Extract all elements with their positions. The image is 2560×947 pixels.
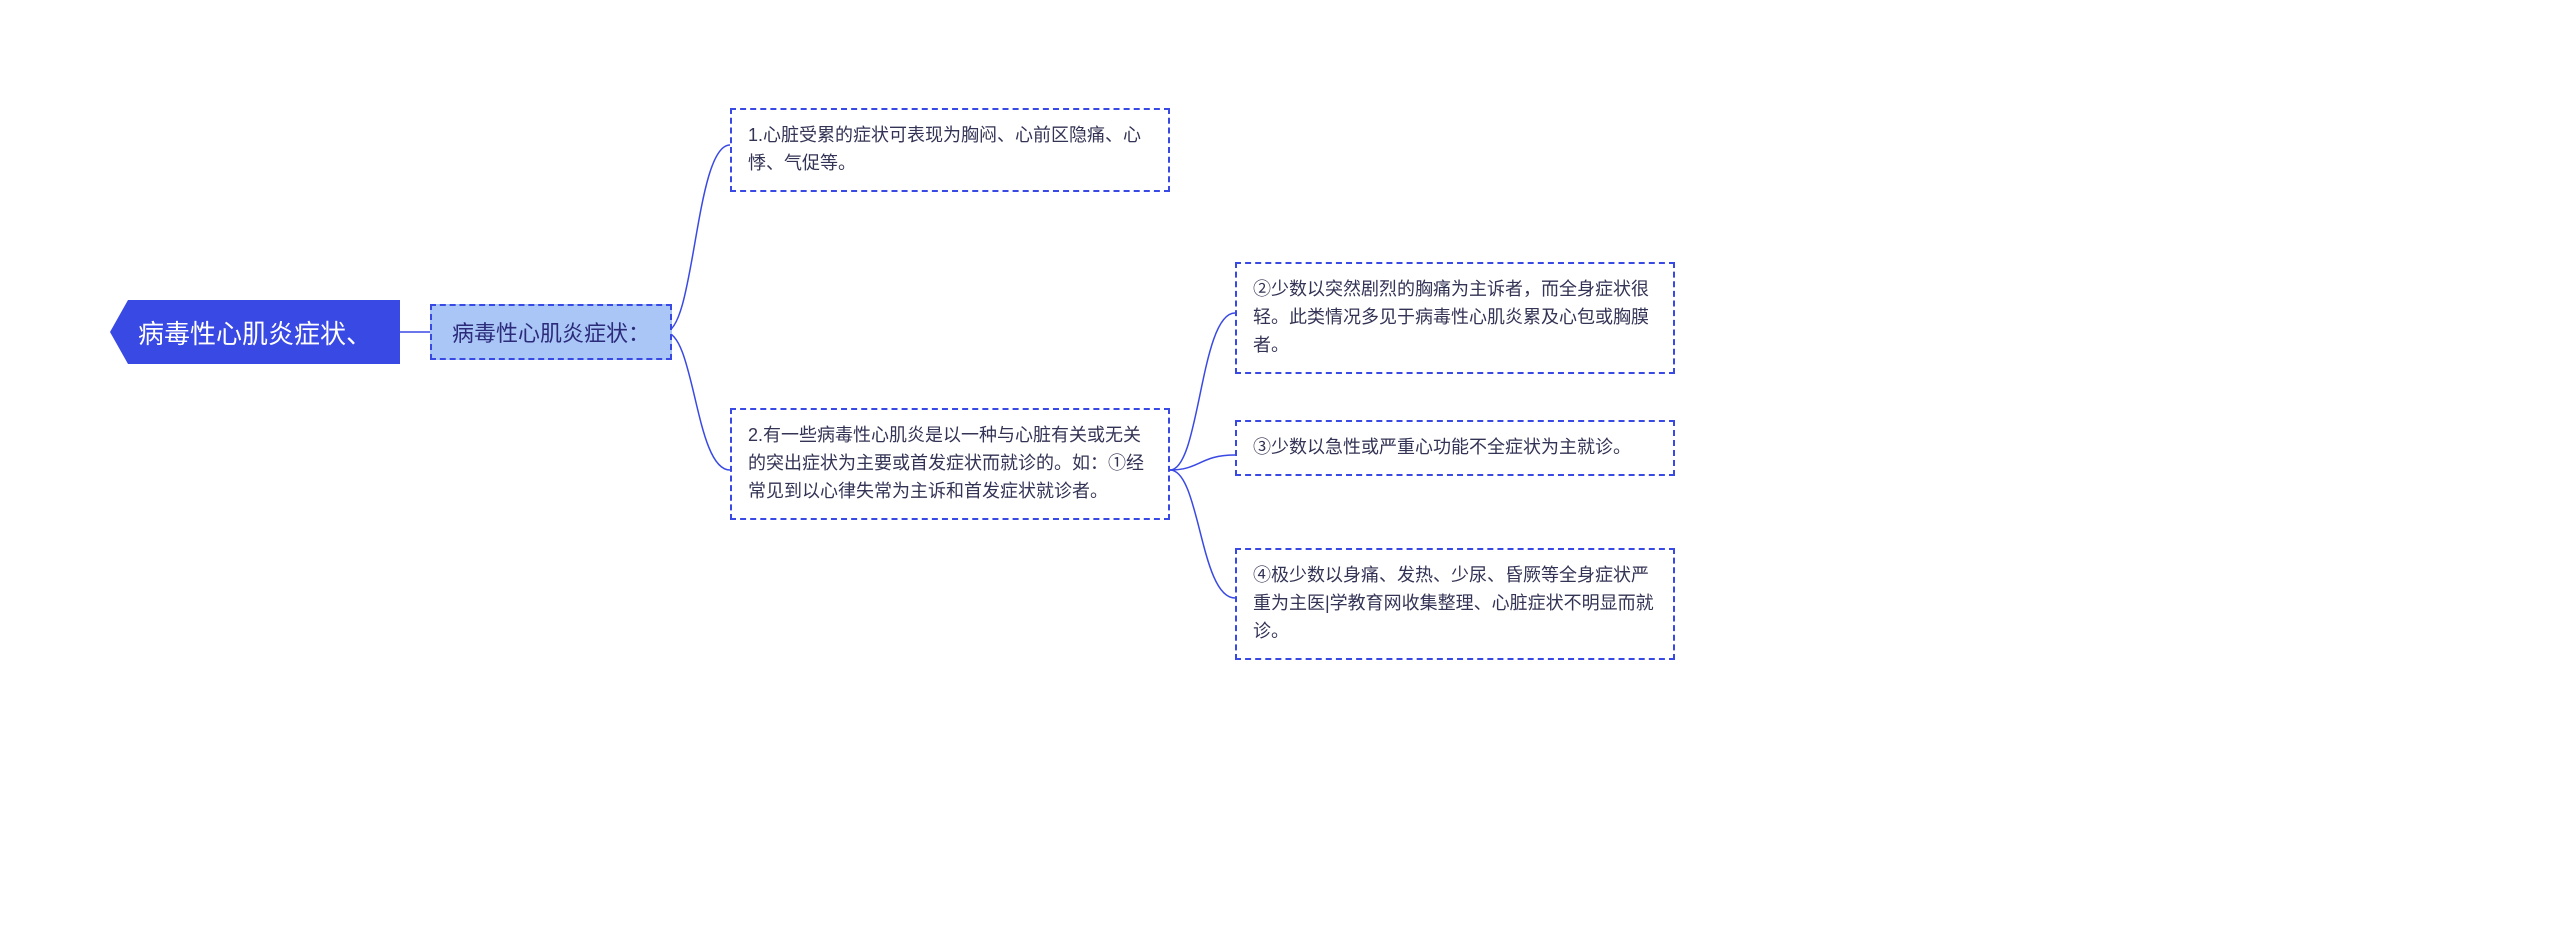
- leaf-label: ④极少数以身痛、发热、少尿、昏厥等全身症状严重为主医|学教育网收集整理、心脏症状…: [1253, 562, 1657, 646]
- mindmap-leaf-node-2[interactable]: 2.有一些病毒性心肌炎是以一种与心脏有关或无关的突出症状为主要或首发症状而就诊的…: [730, 408, 1170, 520]
- leaf-label: 2.有一些病毒性心肌炎是以一种与心脏有关或无关的突出症状为主要或首发症状而就诊的…: [748, 422, 1152, 506]
- leaf-label: ③少数以急性或严重心功能不全症状为主就诊。: [1253, 434, 1631, 462]
- mindmap-leaf-node-3[interactable]: ②少数以突然剧烈的胸痛为主诉者，而全身症状很轻。此类情况多见于病毒性心肌炎累及心…: [1235, 262, 1675, 374]
- mindmap-leaf-node-1[interactable]: 1.心脏受累的症状可表现为胸闷、心前区隐痛、心悸、气促等。: [730, 108, 1170, 192]
- root-label: 病毒性心肌炎症状、: [138, 314, 372, 351]
- leaf-label: 1.心脏受累的症状可表现为胸闷、心前区隐痛、心悸、气促等。: [748, 122, 1152, 178]
- mindmap-root-node[interactable]: 病毒性心肌炎症状、: [110, 300, 400, 364]
- mindmap-level1-node[interactable]: 病毒性心肌炎症状：: [430, 304, 672, 360]
- mindmap-leaf-node-4[interactable]: ③少数以急性或严重心功能不全症状为主就诊。: [1235, 420, 1675, 476]
- mindmap-leaf-node-5[interactable]: ④极少数以身痛、发热、少尿、昏厥等全身症状严重为主医|学教育网收集整理、心脏症状…: [1235, 548, 1675, 660]
- leaf-label: ②少数以突然剧烈的胸痛为主诉者，而全身症状很轻。此类情况多见于病毒性心肌炎累及心…: [1253, 276, 1657, 360]
- level1-label: 病毒性心肌炎症状：: [452, 316, 650, 348]
